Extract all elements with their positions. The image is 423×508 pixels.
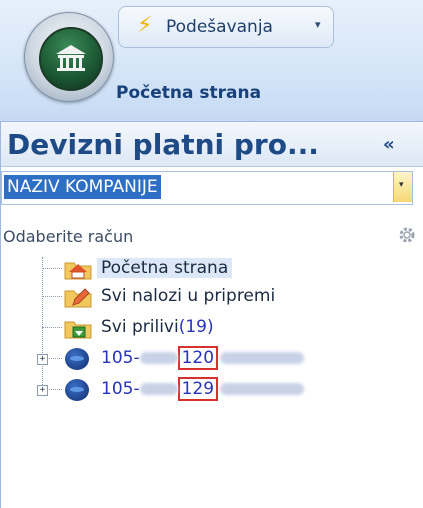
- navigation-pane: Devizni platni pro... « NAZIV KOMPANIJE …: [0, 121, 423, 508]
- list-item-label: Svi nalozi u pripremi: [101, 286, 276, 306]
- settings-dropdown-button[interactable]: ⚡ Podešavanja ▾: [118, 6, 334, 48]
- account-prefix: 105-: [101, 379, 140, 399]
- bank-logo-icon: [39, 27, 103, 91]
- account-number: 105- 129: [101, 377, 305, 401]
- account-globe-icon: [65, 348, 89, 370]
- tab-home[interactable]: Početna strana: [116, 83, 261, 103]
- account-highlight: 120: [177, 346, 219, 370]
- tree-item-account[interactable]: + 105- 129: [1, 377, 423, 402]
- company-select-value: NAZIV KOMPANIJE: [4, 175, 161, 199]
- ribbon-bar: ⚡ Podešavanja ▾ Početna strana: [0, 0, 423, 122]
- redacted-segment: [220, 383, 305, 395]
- list-item-label: Svi prilivi: [101, 317, 179, 337]
- incoming-count: (19): [178, 317, 214, 337]
- tree-item-home[interactable]: Početna strana: [1, 257, 423, 281]
- home-folder-icon: [64, 262, 92, 280]
- settings-label: Podešavanja: [166, 17, 273, 37]
- list-item-text: Svi prilivi(19): [101, 317, 214, 337]
- list-item-label: Početna strana: [97, 258, 233, 278]
- company-dropdown-button[interactable]: ▾: [393, 172, 412, 202]
- chevron-down-icon: ▾: [315, 18, 321, 31]
- tree-item-incoming[interactable]: Svi prilivi(19): [1, 316, 423, 340]
- pane-header: Devizni platni pro... «: [1, 121, 423, 167]
- tree-item-drafts[interactable]: Svi nalozi u pripremi: [1, 285, 423, 309]
- edit-folder-icon: [64, 288, 92, 308]
- account-globe-icon: [65, 379, 89, 401]
- account-number: 105- 120: [101, 346, 305, 370]
- pane-title: Devizni platni pro...: [7, 128, 319, 161]
- redacted-segment: [139, 383, 178, 395]
- chevron-down-icon: ▾: [399, 180, 404, 190]
- lightning-icon: ⚡: [137, 13, 153, 38]
- collapse-pane-icon[interactable]: «: [383, 134, 395, 155]
- account-prefix: 105-: [101, 348, 140, 368]
- account-highlight: 129: [177, 377, 219, 401]
- redacted-segment: [220, 352, 305, 364]
- expand-icon[interactable]: +: [37, 385, 48, 396]
- gear-icon[interactable]: [397, 225, 417, 245]
- application-menu-button[interactable]: [24, 12, 114, 102]
- select-account-label: Odaberite račun: [3, 227, 134, 246]
- company-select[interactable]: NAZIV KOMPANIJE ▾: [1, 171, 413, 205]
- tree-item-account[interactable]: + 105- 120: [1, 346, 423, 371]
- incoming-folder-icon: [64, 321, 92, 339]
- expand-icon[interactable]: +: [37, 354, 48, 365]
- redacted-segment: [139, 352, 178, 364]
